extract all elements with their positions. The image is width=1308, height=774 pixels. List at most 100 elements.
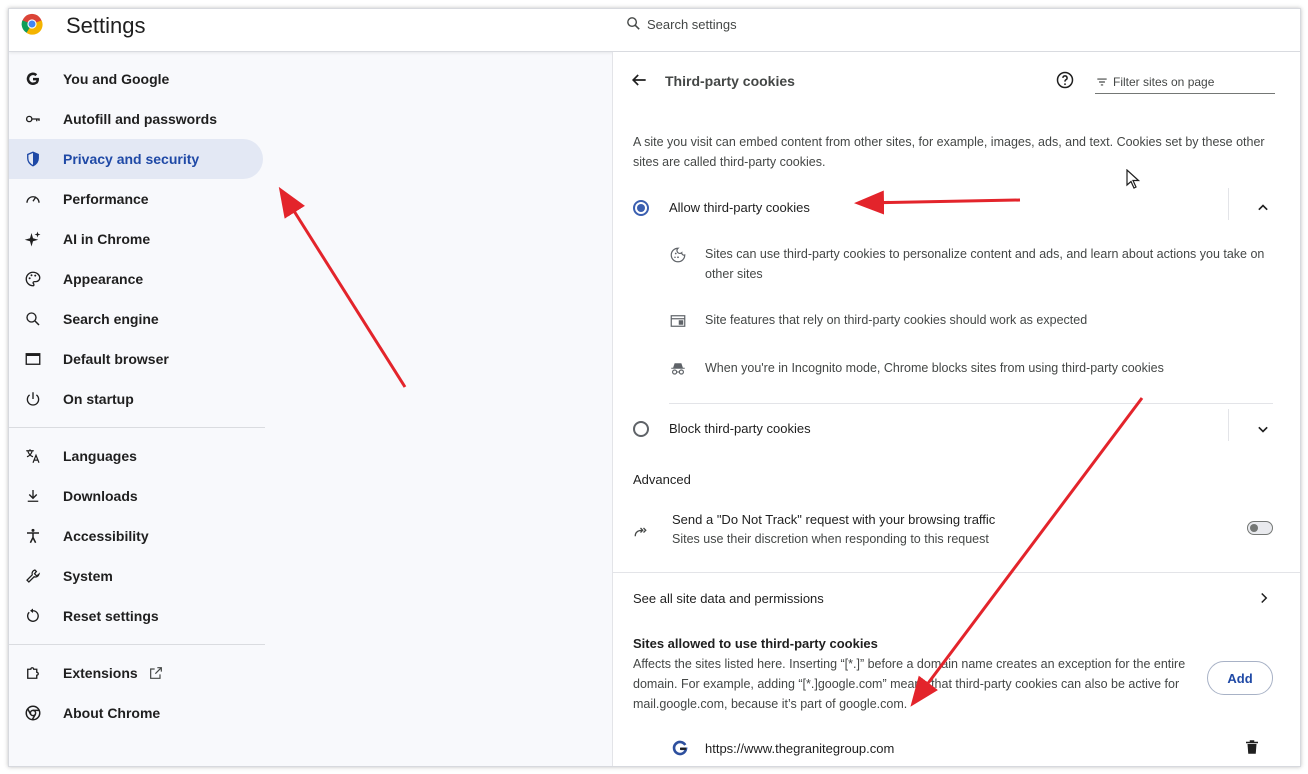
allowed-sites-description: Affects the sites listed here. Inserting…	[633, 657, 1186, 711]
radio-block[interactable]	[633, 421, 649, 437]
bullet-personalize: Sites can use third-party cookies to per…	[669, 244, 1269, 284]
puzzle-icon	[23, 663, 43, 683]
top-bar: Settings	[9, 9, 1300, 52]
filter-icon	[1097, 78, 1107, 86]
sidebar-item-performance[interactable]: Performance	[9, 179, 263, 219]
sidebar-item-label: Performance	[63, 191, 149, 207]
mouse-cursor-icon	[1126, 169, 1140, 189]
search-input[interactable]	[647, 13, 1247, 35]
sidebar-item-label: Accessibility	[63, 528, 149, 544]
chrome-icon	[23, 703, 43, 723]
filter-input[interactable]	[1113, 72, 1273, 92]
sidebar-item-appearance[interactable]: Appearance	[9, 259, 263, 299]
add-site-button[interactable]: Add	[1207, 661, 1273, 695]
sidebar-item-default-browser[interactable]: Default browser	[9, 339, 263, 379]
option-allow-third-party[interactable]: Allow third-party cookies	[613, 188, 1300, 228]
sparkle-icon	[23, 229, 43, 249]
incognito-icon	[671, 363, 685, 375]
sidebar-item-label: About Chrome	[63, 705, 161, 721]
cookie-icon	[670, 247, 686, 263]
chevron-up-icon[interactable]	[1253, 198, 1273, 218]
back-arrow-icon[interactable]	[629, 70, 649, 90]
sidebar-item-label: Search engine	[63, 311, 159, 327]
app-title: Settings	[66, 13, 146, 38]
radio-allow[interactable]	[633, 200, 649, 216]
sidebar-item-extensions[interactable]: Extensions	[9, 653, 263, 693]
search-icon	[23, 309, 43, 329]
sidebar-divider	[9, 427, 265, 428]
shield-icon	[23, 149, 43, 169]
vertical-divider	[1228, 188, 1229, 220]
see-all-site-data-row[interactable]: See all site data and permissions	[613, 578, 1300, 618]
sidebar-item-label: You and Google	[63, 71, 170, 87]
sidebar-item-label: System	[63, 568, 113, 584]
chevron-down-icon[interactable]	[1253, 419, 1273, 439]
sidebar-item-accessibility[interactable]: Accessibility	[9, 516, 263, 556]
option-label: Block third-party cookies	[669, 421, 811, 436]
sidebar-item-label: On startup	[63, 391, 134, 407]
download-icon	[23, 486, 43, 506]
browser-window-icon	[23, 349, 43, 369]
page-description: A site you visit can embed content from …	[633, 135, 1265, 169]
reset-icon	[23, 606, 43, 626]
sidebar-item-about-chrome[interactable]: About Chrome	[9, 693, 263, 733]
sidebar-item-label: Default browser	[63, 351, 169, 367]
option-label: Allow third-party cookies	[669, 200, 810, 215]
dnt-subtitle: Sites use their discretion when respondi…	[672, 532, 989, 546]
settings-window: Settings You and Google Autofill and pas…	[8, 8, 1301, 767]
sidebar-item-label: Reset settings	[63, 608, 159, 624]
option-block-third-party[interactable]: Block third-party cookies	[613, 409, 1300, 449]
web-features-icon	[670, 315, 686, 327]
sidebar-item-downloads[interactable]: Downloads	[9, 476, 263, 516]
bullet-incognito: When you're in Incognito mode, Chrome bl…	[669, 358, 1269, 378]
dnt-title: Send a "Do Not Track" request with your …	[672, 512, 996, 527]
sidebar-item-label: Extensions	[63, 665, 138, 681]
sidebar-item-reset[interactable]: Reset settings	[9, 596, 263, 636]
sidebar-item-languages[interactable]: Languages	[9, 436, 263, 476]
sidebar-divider	[9, 644, 265, 645]
sidebar-item-ai[interactable]: AI in Chrome	[9, 219, 263, 259]
trash-icon[interactable]	[1243, 738, 1261, 756]
see-all-label: See all site data and permissions	[633, 591, 824, 606]
site-favicon-icon	[672, 740, 688, 756]
wrench-icon	[23, 566, 43, 586]
advanced-heading: Advanced	[633, 472, 691, 487]
content-panel: Third-party cookies A site you visit can…	[612, 52, 1300, 766]
bullet-text: Sites can use third-party cookies to per…	[705, 247, 1265, 281]
chrome-logo-icon	[21, 13, 43, 35]
sidebar-item-privacy[interactable]: Privacy and security	[9, 139, 263, 179]
allowed-sites-title: Sites allowed to use third-party cookies	[633, 636, 878, 651]
sidebar-item-on-startup[interactable]: On startup	[9, 379, 263, 419]
divider	[669, 403, 1273, 404]
search-box[interactable]	[613, 9, 1300, 40]
chevron-right-icon	[1261, 592, 1268, 604]
dnt-toggle[interactable]	[1247, 521, 1273, 535]
sidebar-item-label: Autofill and passwords	[63, 111, 218, 127]
do-not-track-icon	[634, 527, 647, 537]
sidebar-item-label: Downloads	[63, 488, 138, 504]
sidebar-item-label: Languages	[63, 448, 137, 464]
key-icon	[23, 109, 43, 129]
sidebar-item-system[interactable]: System	[9, 556, 263, 596]
bullet-site-features: Site features that rely on third-party c…	[669, 310, 1269, 330]
google-g-icon	[23, 69, 43, 89]
translate-icon	[23, 446, 43, 466]
allowed-site-row: https://www.thegranitegroup.com	[613, 728, 1300, 766]
external-link-icon	[149, 667, 162, 679]
sidebar-item-label: Appearance	[63, 271, 144, 287]
power-icon	[23, 389, 43, 409]
help-icon[interactable]	[1055, 70, 1075, 90]
site-url: https://www.thegranitegroup.com	[705, 741, 895, 756]
page-title: Third-party cookies	[665, 73, 795, 89]
bullet-text: Site features that rely on third-party c…	[705, 313, 1088, 327]
speedometer-icon	[23, 189, 43, 209]
sidebar-item-search-engine[interactable]: Search engine	[9, 299, 263, 339]
sidebar-item-you-and-google[interactable]: You and Google	[9, 59, 263, 99]
bullet-text: When you're in Incognito mode, Chrome bl…	[705, 361, 1164, 375]
filter-box[interactable]	[1095, 72, 1275, 94]
palette-icon	[23, 269, 43, 289]
sidebar: You and Google Autofill and passwords Pr…	[9, 59, 271, 733]
sidebar-item-label: Privacy and security	[63, 151, 200, 167]
vertical-divider	[1228, 409, 1229, 441]
sidebar-item-autofill[interactable]: Autofill and passwords	[9, 99, 263, 139]
